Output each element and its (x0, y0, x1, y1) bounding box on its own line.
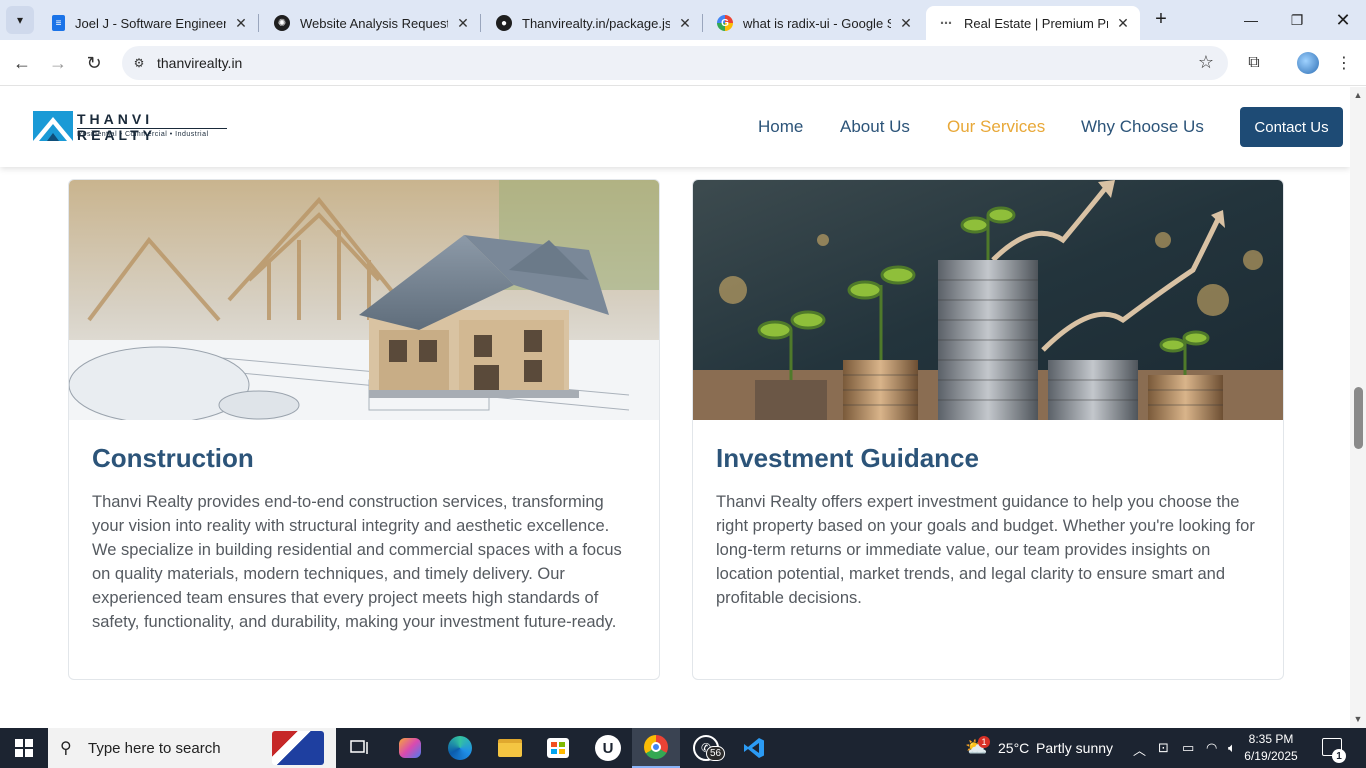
windows-start-button[interactable] (0, 728, 48, 768)
tab-separator (480, 14, 481, 32)
nav-our-services[interactable]: Our Services (947, 117, 1045, 137)
close-icon[interactable]: ✕ (897, 14, 915, 32)
reload-button[interactable]: ↻ (80, 49, 108, 77)
back-button[interactable]: ← (8, 49, 36, 77)
microsoft-store-icon[interactable] (534, 728, 582, 768)
battery-icon[interactable]: ▭ (1182, 740, 1194, 756)
notification-count: 1 (1332, 749, 1346, 763)
close-icon[interactable]: ✕ (232, 14, 250, 32)
logo-tagline: Residential • Commercial • Industrial (77, 131, 209, 138)
tab-title: Thanvirealty.in/package.json (522, 15, 670, 31)
restore-button[interactable]: ❐ (1274, 0, 1320, 40)
windows-taskbar: ⚲ Type here to search U ✆ 56 ⛅ 1 25°C Pa… (0, 728, 1366, 768)
browser-tab-active[interactable]: ⋯ Real Estate | Premium Properties ✕ (926, 6, 1140, 40)
openai-icon: ✺ (274, 15, 290, 31)
meet-now-icon[interactable]: ⊡ (1158, 740, 1169, 756)
browser-tab-strip: ▾ ≡ Joel J - Software Engineer ✕ ✺ Websi… (0, 0, 1366, 40)
chrome-icon[interactable] (632, 728, 680, 768)
weather-condition[interactable]: Partly sunny (1036, 740, 1113, 756)
close-icon[interactable]: ✕ (454, 14, 472, 32)
google-icon: G (717, 15, 733, 31)
vscode-icon[interactable] (730, 728, 778, 768)
taskbar-clock[interactable]: 8:35 PM 6/19/2025 (1240, 731, 1302, 765)
service-description: Thanvi Realty offers expert investment g… (716, 493, 1255, 607)
scrollbar-thumb[interactable] (1354, 387, 1363, 449)
site-header: THANVI REALTY Residential • Commercial •… (0, 87, 1350, 167)
coins-growth-photo (693, 180, 1283, 420)
logo-mark-icon (33, 111, 73, 141)
clock-date: 6/19/2025 (1244, 749, 1298, 763)
tab-separator (258, 14, 259, 32)
document-icon: ≡ (52, 15, 65, 31)
tab-search-button[interactable]: ▾ (6, 6, 34, 34)
minimize-button[interactable]: — (1228, 0, 1274, 40)
logo-name: THANVI REALTY (77, 111, 156, 143)
close-icon[interactable]: ✕ (676, 14, 694, 32)
tab-title: Real Estate | Premium Properties (964, 15, 1108, 31)
whatsapp-badge: 56 (706, 746, 726, 761)
site-info-icon[interactable]: ⚙ (130, 54, 148, 72)
tab-title: Website Analysis Request (300, 15, 448, 31)
scroll-up-icon[interactable]: ▲ (1353, 90, 1363, 100)
address-bar[interactable]: ⚙ thanvirealty.in ☆ (122, 46, 1228, 80)
extensions-icon[interactable]: ⧉ (1242, 51, 1266, 75)
nav-home[interactable]: Home (758, 117, 803, 137)
weather-badge: 1 (978, 736, 990, 748)
house-model-blueprint-photo (69, 180, 659, 420)
file-explorer-icon[interactable] (486, 728, 534, 768)
service-card-investment-guidance: Investment Guidance Thanvi Realty offers… (692, 179, 1284, 680)
whatsapp-icon[interactable]: ✆ 56 (682, 728, 730, 768)
volume-icon[interactable]: 🔈︎ (1228, 740, 1236, 756)
nav-why-choose-us[interactable]: Why Choose Us (1081, 117, 1204, 137)
taskbar-search-box[interactable]: ⚲ Type here to search (48, 728, 336, 768)
service-title: Construction (92, 443, 254, 473)
page-viewport: THANVI REALTY Residential • Commercial •… (0, 87, 1350, 728)
search-placeholder: Type here to search (88, 740, 221, 757)
copilot-icon[interactable] (386, 728, 434, 768)
browser-toolbar: ← → ↻ ⚙ thanvirealty.in ☆ ⧉ ⋮ (0, 40, 1366, 86)
edge-icon[interactable] (436, 728, 484, 768)
profile-avatar[interactable] (1297, 52, 1319, 74)
site-logo[interactable]: THANVI REALTY Residential • Commercial •… (33, 105, 233, 145)
service-description: Thanvi Realty provides end-to-end constr… (92, 493, 622, 631)
new-tab-button[interactable]: + (1150, 8, 1172, 30)
loading-icon: ⋯ (940, 16, 952, 30)
scroll-down-icon[interactable]: ▼ (1353, 714, 1363, 724)
nav-about-us[interactable]: About Us (840, 117, 910, 137)
logo-divider (77, 128, 227, 129)
browser-tab[interactable]: ≡ Joel J - Software Engineer ✕ (40, 6, 259, 40)
browser-tab[interactable]: ✺ Website Analysis Request ✕ (262, 6, 481, 40)
page-scrollbar[interactable]: ▲ ▼ (1350, 87, 1366, 728)
menu-kebab-icon[interactable]: ⋮ (1332, 51, 1356, 75)
tab-title: what is radix-ui - Google Search (743, 15, 891, 31)
clock-time: 8:35 PM (1248, 732, 1294, 746)
search-highlight-icon (272, 731, 324, 765)
bookmark-star-icon[interactable]: ☆ (1198, 52, 1214, 73)
github-icon: ● (496, 15, 512, 31)
service-card-construction: Construction Thanvi Realty provides end-… (68, 179, 660, 680)
service-title: Investment Guidance (716, 443, 979, 473)
browser-tab[interactable]: ● Thanvirealty.in/package.json ✕ (484, 6, 703, 40)
tab-separator (702, 14, 703, 32)
address-url: thanvirealty.in (157, 55, 243, 71)
forward-button[interactable]: → (44, 49, 72, 77)
close-icon[interactable]: ✕ (1114, 14, 1132, 32)
search-icon: ⚲ (60, 740, 72, 757)
tab-title: Joel J - Software Engineer (75, 15, 226, 31)
windows-logo-icon (15, 739, 33, 757)
task-view-icon[interactable] (336, 728, 384, 768)
contact-us-button[interactable]: Contact Us (1240, 107, 1343, 147)
weather-temperature[interactable]: 25°C (998, 740, 1029, 756)
udemy-icon[interactable]: U (584, 728, 632, 768)
close-window-button[interactable]: ✕ (1320, 0, 1366, 40)
chevron-up-icon[interactable]: ︿ (1133, 740, 1146, 759)
wifi-icon[interactable]: ◠ (1206, 740, 1217, 756)
browser-tab[interactable]: G what is radix-ui - Google Search ✕ (705, 6, 923, 40)
